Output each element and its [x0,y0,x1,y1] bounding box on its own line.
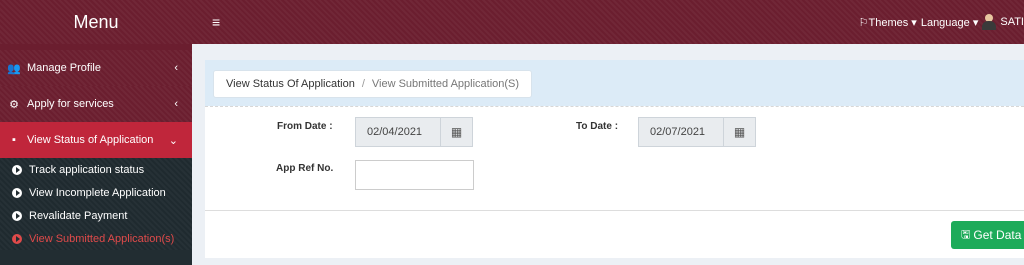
sidebar-item-apply-for-services[interactable]: ⚙ Apply for services ‹ [0,86,192,122]
breadcrumb-separator: / [361,78,365,90]
chevron-left-icon: ‹ [174,62,178,74]
app-ref-input[interactable] [355,160,474,190]
circle-arrow-right-icon [12,233,22,244]
circle-arrow-right-icon [12,164,22,175]
avatar[interactable] [982,14,997,30]
breadcrumb-current: View Submitted Application(S) [371,78,520,90]
user-name[interactable]: SATI [1000,16,1024,28]
navbar-right: ⚐Themes ▾ Language ▾ SATI [855,14,1024,30]
to-date-label: To Date : [576,121,619,132]
from-date-field[interactable]: 02/04/2021 ▦ [355,117,473,147]
main-panel: View Status Of Application / View Submit… [205,60,1024,260]
save-icon: 🖫 [961,228,971,241]
from-date-label: From Date : [277,121,333,132]
submenu-item-label: View Incomplete Application [29,186,166,199]
calendar-icon[interactable]: ▦ [440,117,473,147]
breadcrumb: View Status Of Application / View Submit… [213,70,533,98]
calendar-icon[interactable]: ▦ [723,117,756,147]
submenu-item-label: View Submitted Application(s) [29,232,175,245]
submenu-item-track-status[interactable]: Track application status [0,158,192,181]
breadcrumb-parent[interactable]: View Status Of Application [226,78,355,90]
submenu-item-label: Revalidate Payment [29,209,128,222]
to-date-field[interactable]: 02/07/2021 ▦ [638,117,756,147]
form-footer: 🖫 Get Data [205,210,1024,257]
sidebar-item-label: Apply for services [27,98,114,110]
group-icon: 👥 [7,62,21,75]
top-navbar: ≡ ⚐Themes ▾ Language ▾ SATI [192,0,1024,44]
from-date-input[interactable]: 02/04/2021 [355,117,440,147]
sidebar-item-manage-profile[interactable]: 👥 Manage Profile ‹ [0,50,192,86]
sidebar-item-label: Manage Profile [27,62,101,74]
get-data-label: Get Data [973,228,1022,242]
avatar-body [982,21,997,30]
to-date-input[interactable]: 02/07/2021 [638,117,723,147]
sidebar-item-label: View Status of Application [27,134,154,146]
hamburger-menu-icon[interactable]: ≡ [212,14,220,30]
sidebar: Menu 👥 Manage Profile ‹ ⚙ Apply for serv… [0,0,192,265]
bottom-strip [192,258,1024,265]
sidebar-item-view-status[interactable]: ▪ View Status of Application ⌄ [0,122,192,158]
themes-dropdown[interactable]: ⚐Themes ▾ [859,16,917,29]
search-form: From Date : 02/04/2021 ▦ To Date : 02/07… [205,106,1024,210]
language-dropdown[interactable]: Language ▾ [921,16,979,29]
sidebar-title: Menu [0,0,192,44]
cogs-icon: ⚙ [9,98,19,111]
chevron-left-icon: ‹ [174,98,178,110]
circle-arrow-right-icon [12,210,22,221]
submenu-item-label: Track application status [29,163,145,176]
get-data-button[interactable]: 🖫 Get Data [951,221,1024,249]
chevron-down-icon: ⌄ [168,134,178,147]
submenu-item-incomplete[interactable]: View Incomplete Application [0,181,192,204]
submenu-item-revalidate-payment[interactable]: Revalidate Payment [0,204,192,227]
app-ref-label: App Ref No. [276,163,334,174]
circle-arrow-right-icon [12,187,22,198]
submenu-item-submitted[interactable]: View Submitted Application(s) [0,227,192,250]
breadcrumb-bar: View Status Of Application / View Submit… [205,60,1024,106]
list-box-icon: ▪ [12,134,16,146]
sidebar-submenu: Track application status View Incomplete… [0,158,192,250]
app-window: Menu 👥 Manage Profile ‹ ⚙ Apply for serv… [0,0,1024,265]
